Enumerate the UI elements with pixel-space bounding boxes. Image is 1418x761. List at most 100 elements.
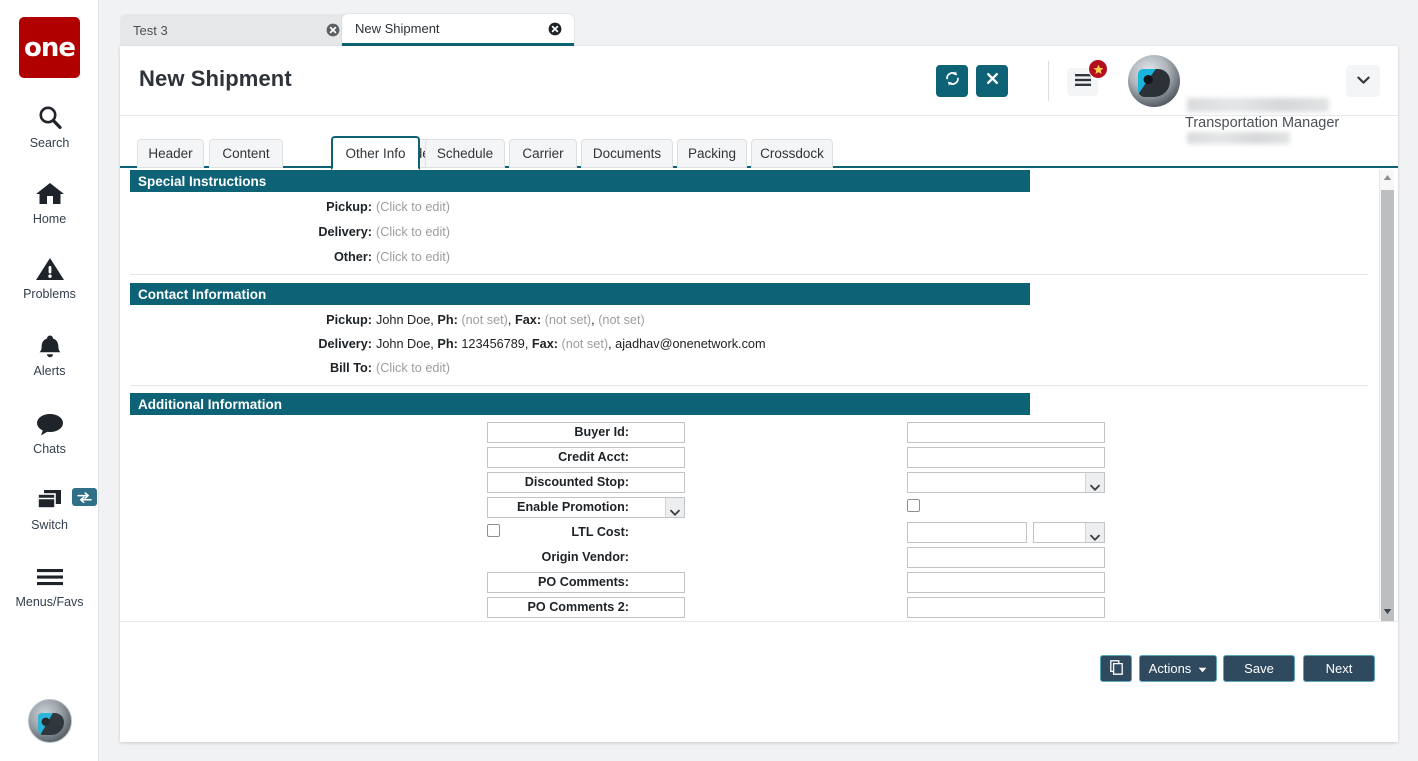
field-label: Pickup: [326, 200, 372, 214]
workspace-tab-new-shipment[interactable]: New Shipment [342, 14, 574, 46]
rail-item-home[interactable]: Home [0, 179, 99, 226]
page-title: New Shipment [139, 66, 292, 92]
close-circle-icon[interactable] [548, 22, 562, 36]
section-header-contact-information: Contact Information [130, 283, 1030, 305]
section-header-special-instructions: Special Instructions [130, 170, 1030, 192]
rail-item-alerts[interactable]: Alerts [0, 331, 99, 378]
text-input[interactable] [907, 447, 1105, 468]
tab-other-info[interactable]: Other Info [331, 136, 420, 170]
field-label: Other: [334, 250, 372, 264]
scrollbar-thumb[interactable] [1381, 190, 1394, 623]
cost-input[interactable] [907, 522, 1027, 543]
text-input[interactable] [907, 422, 1105, 443]
chevron-down-icon [1090, 529, 1100, 537]
tab-packing[interactable]: Packing [677, 139, 747, 168]
text-input[interactable] [907, 572, 1105, 593]
field-label: Pickup: [326, 313, 372, 327]
hamburger-icon [1075, 73, 1091, 91]
field-label: Delivery: [318, 225, 372, 239]
text-input[interactable] [907, 597, 1105, 618]
rail-item-problems[interactable]: Problems [0, 254, 99, 301]
tab-documents[interactable]: Documents [581, 139, 673, 168]
value-fragment: (not set) [461, 313, 508, 327]
field-label: Credit Acct: [558, 450, 629, 464]
right-field-row: Buyer Id: [120, 422, 1105, 443]
tab-carrier[interactable]: Carrier [509, 139, 577, 168]
vertical-scrollbar[interactable] [1379, 170, 1394, 619]
rail-label: Chats [33, 442, 66, 456]
tab-content[interactable]: Content [209, 139, 283, 168]
field-label: PO Comments 2: [528, 600, 629, 614]
value-fragment: , [508, 313, 515, 327]
section-header-additional-information: Additional Information [130, 393, 1030, 415]
rail-item-menus-favs[interactable]: Menus/Favs [0, 562, 99, 609]
save-button[interactable]: Save [1223, 655, 1295, 682]
rail-label: Home [33, 212, 66, 226]
field-label: Discounted Stop: [525, 475, 629, 489]
text-input[interactable] [907, 547, 1105, 568]
right-field-row: PO Comments 2: [120, 597, 1105, 618]
scroll-down-arrow-icon[interactable] [1380, 604, 1395, 619]
workspace-tab-label: New Shipment [355, 21, 440, 36]
rail-user-avatar[interactable] [28, 699, 72, 743]
page-header: New Shipment Transportation Manager [120, 46, 1398, 116]
workspace-tab-strip: Test 3 New Shipment [110, 0, 1418, 46]
value-fragment: (Click to edit) [376, 361, 450, 375]
close-circle-icon[interactable] [326, 23, 340, 37]
copy-pages-icon [1110, 660, 1123, 678]
workspace-tab-label: Test 3 [133, 23, 168, 38]
star-badge-icon[interactable] [1088, 59, 1108, 79]
form-scroll-viewport: Special Instructions Pickup: (Click to e… [120, 170, 1398, 619]
next-button[interactable]: Next [1303, 655, 1375, 682]
field-value[interactable]: (Click to edit) [376, 250, 450, 264]
section-title: Contact Information [138, 287, 266, 302]
tab-header[interactable]: Header [137, 139, 204, 168]
scroll-up-arrow-icon[interactable] [1380, 170, 1395, 185]
caret-down-icon [1198, 661, 1207, 676]
actions-dropdown-button[interactable]: Actions [1139, 655, 1217, 682]
field-label: Delivery: [318, 337, 372, 351]
form-content: Special Instructions Pickup: (Click to e… [120, 170, 1378, 619]
currency-select[interactable] [1033, 522, 1105, 543]
right-field-row: Origin Vendor: [120, 547, 1105, 568]
dropdown-select[interactable] [907, 472, 1105, 493]
rail-item-chats[interactable]: Chats [0, 409, 99, 456]
tab-label: Header [148, 146, 192, 161]
refresh-button[interactable] [936, 65, 968, 97]
right-field-row: PO Comments: [120, 572, 1105, 593]
right-field-row: Enable Promotion: [120, 497, 1105, 518]
checkbox[interactable] [907, 499, 920, 512]
chevron-down-icon [1357, 72, 1370, 90]
rail-label: Switch [31, 518, 68, 532]
field-value[interactable]: (Click to edit) [376, 361, 450, 375]
value-fragment: 123456789, [458, 337, 532, 351]
field-value[interactable]: John Doe, Ph: (not set), Fax: (not set),… [376, 313, 645, 327]
user-name-redacted [1187, 98, 1329, 112]
tab-label: Other Info [345, 146, 405, 161]
copy-button[interactable] [1100, 655, 1132, 682]
workspace-tab-test-3[interactable]: Test 3 [120, 14, 352, 46]
section-title: Additional Information [138, 397, 282, 412]
field-value[interactable]: (Click to edit) [376, 225, 450, 239]
rail-item-search[interactable]: Search [0, 103, 99, 150]
actions-label: Actions [1149, 661, 1192, 676]
tab-crossdock[interactable]: Crossdock [751, 139, 833, 168]
switch-org-badge-icon[interactable] [72, 488, 97, 506]
value-fragment: John Doe, [376, 337, 437, 351]
tab-label: Crossdock [760, 146, 824, 161]
user-avatar[interactable] [1128, 55, 1180, 107]
one-network-logo[interactable]: one [19, 17, 80, 78]
field-value[interactable]: John Doe, Ph: 123456789, Fax: (not set),… [376, 337, 766, 351]
chat-bubble-icon [35, 409, 65, 439]
field-value[interactable]: (Click to edit) [376, 200, 450, 214]
close-page-button[interactable] [976, 65, 1008, 97]
field-label: PO Comments: [538, 575, 629, 589]
rail-label: Menus/Favs [15, 595, 83, 609]
value-fragment: (not set) [562, 337, 609, 351]
next-label: Next [1326, 661, 1353, 676]
section-divider [130, 385, 1368, 386]
right-field-row: LTL Cost: [120, 522, 1105, 543]
right-field-row: Discounted Stop: [120, 472, 1105, 493]
tab-schedule[interactable]: Schedule [425, 139, 505, 168]
user-menu-dropdown-button[interactable] [1346, 65, 1380, 97]
